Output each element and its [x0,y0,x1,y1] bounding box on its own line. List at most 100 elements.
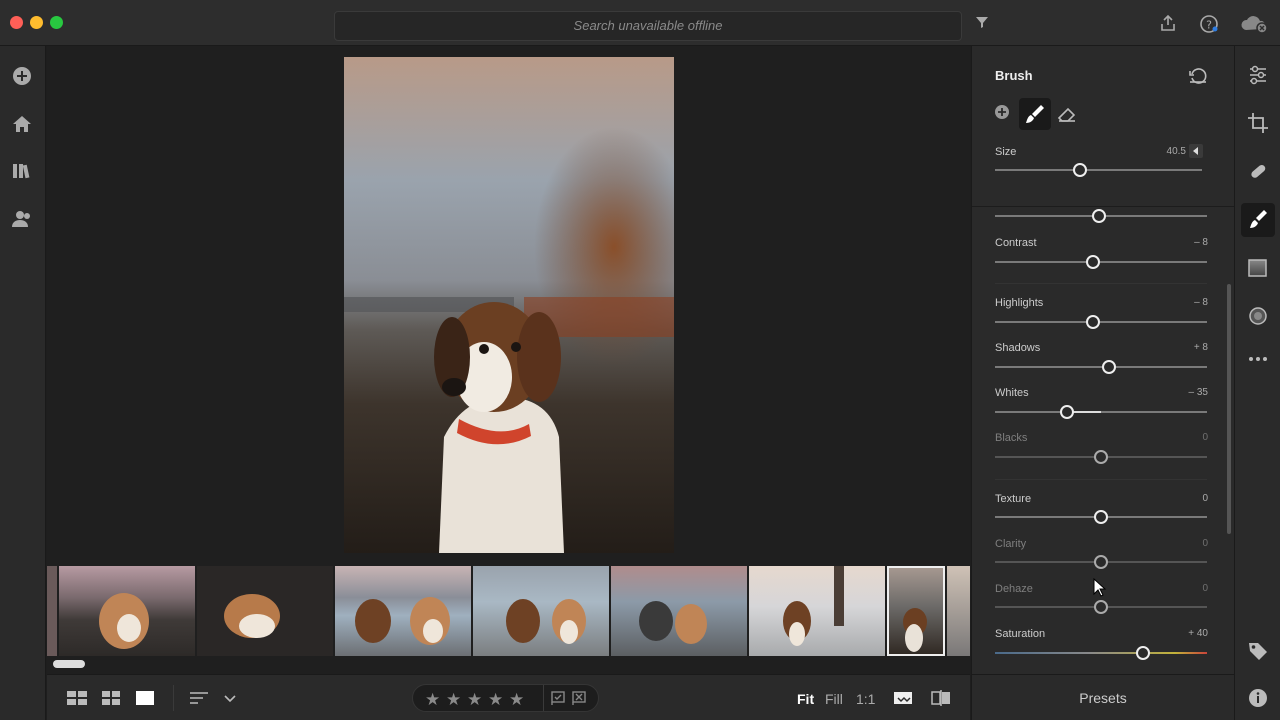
slider-value[interactable]: + 40 [1188,628,1208,639]
slider-handle[interactable] [1091,209,1106,223]
add-photos-icon[interactable] [11,65,33,87]
slider-value[interactable]: 0 [1202,583,1208,594]
slider-label: Blacks [995,432,1028,444]
detail-view-icon[interactable] [135,689,155,712]
filmstrip-toggle-icon[interactable] [893,689,913,712]
home-icon[interactable] [11,113,33,135]
zoom-one-to-one-button[interactable]: 1:1 [856,691,875,707]
tag-icon[interactable] [1247,640,1269,662]
radial-gradient-icon[interactable] [1247,305,1269,327]
panel-scrollbar[interactable] [1227,284,1231,534]
filmstrip-thumb[interactable] [47,566,57,656]
left-rail [0,46,46,720]
zoom-fill-button[interactable]: Fill [825,691,843,707]
filmstrip-thumb[interactable] [59,566,195,656]
adjustment-slider[interactable] [995,255,1207,269]
adjustment-slider[interactable] [995,510,1207,524]
filmstrip-scrollbar[interactable] [53,660,85,668]
size-collapse-icon[interactable] [1189,144,1203,158]
slider-label: Clarity [995,538,1027,550]
adjustment-slider[interactable] [995,209,1207,223]
compare-view-icon[interactable] [931,689,951,712]
size-slider[interactable] [995,163,1202,177]
right-rail [1234,46,1280,720]
adjustment-slider[interactable] [995,360,1207,374]
brush-paint-icon[interactable] [1019,98,1051,130]
star-2-icon[interactable]: ★ [446,690,461,710]
reject-flag-icon[interactable] [571,690,587,711]
svg-text:?: ? [1206,19,1212,32]
bottom-toolbar: ★ ★ ★ ★ ★ Fit Fill 1:1 [47,674,970,720]
healing-icon[interactable] [1247,160,1269,182]
slider-handle[interactable] [1060,405,1075,419]
section-divider [995,479,1207,480]
size-slider-handle[interactable] [1072,163,1087,177]
eraser-icon[interactable] [1051,98,1083,130]
size-value[interactable]: 40.5 [1167,146,1186,157]
star-5-icon[interactable]: ★ [509,690,524,710]
slider-value[interactable]: – 35 [1189,387,1208,398]
section-divider [995,283,1207,284]
filmstrip-thumb[interactable] [473,566,609,656]
adjustment-slider[interactable] [995,315,1207,329]
star-4-icon[interactable]: ★ [488,690,503,710]
help-icon[interactable]: ? [1199,14,1219,34]
edit-sliders-icon[interactable] [1247,64,1269,86]
pick-flag-icon[interactable] [550,690,566,711]
sort-icon[interactable] [189,689,211,712]
crop-icon[interactable] [1247,112,1269,134]
cloud-offline-icon[interactable] [1241,14,1271,34]
slider-handle[interactable] [1094,450,1108,464]
brush-icon[interactable] [1247,208,1269,230]
slider-value[interactable]: + 8 [1194,342,1208,353]
share-icon[interactable] [1159,14,1179,34]
slider-label: Saturation [995,628,1046,640]
panel-divider [972,206,1235,207]
filmstrip-thumb-selected[interactable] [887,566,945,656]
filmstrip [47,560,970,674]
more-icon[interactable] [1247,348,1269,370]
slider-label: Highlights [995,297,1044,309]
adjustment-slider[interactable] [995,600,1207,614]
minimize-window-button[interactable] [30,16,43,29]
zoom-window-button[interactable] [50,16,63,29]
info-icon[interactable] [1247,687,1269,709]
slider-handle[interactable] [1094,555,1108,569]
slider-value[interactable]: 0 [1202,493,1208,504]
chevron-down-icon[interactable] [223,689,237,712]
slider-label: Dehaze [995,583,1033,595]
slider-handle[interactable] [1085,315,1100,329]
slider-value[interactable]: 0 [1202,538,1208,549]
reset-icon[interactable] [1188,68,1208,89]
filmstrip-thumb[interactable] [611,566,747,656]
adjustment-slider[interactable] [995,555,1207,569]
rating-flag-control: ★ ★ ★ ★ ★ [412,684,599,712]
adjustment-slider[interactable] [995,450,1207,464]
linear-gradient-icon[interactable] [1247,257,1269,279]
library-icon[interactable] [11,160,33,182]
slider-value[interactable]: – 8 [1194,297,1208,308]
photo-canvas[interactable] [47,46,970,560]
slider-handle[interactable] [1136,646,1151,660]
star-3-icon[interactable]: ★ [467,690,482,710]
close-window-button[interactable] [10,16,23,29]
adjustment-slider[interactable] [995,405,1207,419]
slider-handle[interactable] [1102,360,1117,374]
filmstrip-thumb[interactable] [335,566,471,656]
slider-handle[interactable] [1094,510,1108,524]
slider-value[interactable]: – 8 [1194,237,1208,248]
search-input[interactable]: Search unavailable offline [334,11,962,41]
square-grid-icon[interactable] [101,689,121,712]
star-1-icon[interactable]: ★ [425,690,440,710]
filter-icon[interactable] [974,14,994,34]
filmstrip-thumb[interactable] [749,566,885,656]
slider-value[interactable]: 0 [1202,432,1208,443]
people-icon[interactable] [11,208,33,230]
filmstrip-thumb[interactable] [947,566,970,656]
photo-grid-icon[interactable] [67,689,87,712]
adjustment-slider[interactable] [995,646,1207,660]
presets-button[interactable]: Presets [971,674,1234,720]
filmstrip-thumb[interactable] [197,566,333,656]
slider-handle[interactable] [1085,255,1100,269]
zoom-fit-button[interactable]: Fit [797,691,814,707]
